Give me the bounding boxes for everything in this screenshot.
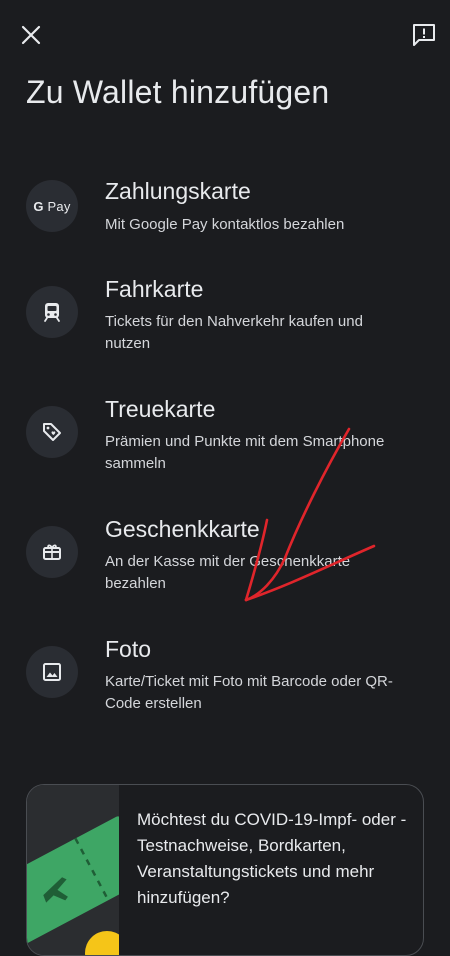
promo-text: Möchtest du COVID-19-Impf- oder -Testnac… [137, 810, 407, 907]
option-title: Zahlungskarte [105, 178, 251, 204]
gift-card-icon [26, 526, 78, 578]
top-bar [0, 0, 450, 70]
google-pay-icon: G Pay [26, 180, 78, 232]
page-title: Zu Wallet hinzufügen [26, 74, 330, 110]
option-description: An der Kasse mit der Geschenkkarte bezah… [105, 553, 351, 592]
option-title: Fahrkarte [105, 276, 204, 302]
option-description: Karte/Ticket mit Foto mit Barcode oder Q… [105, 673, 393, 712]
option-loyalty-card[interactable]: Treuekarte Prämien und Punkte mit dem Sm… [0, 390, 450, 490]
feedback-icon [413, 24, 435, 46]
close-icon [21, 25, 41, 45]
option-title: Foto [105, 636, 152, 662]
option-description: Tickets für den Nahverkehr kaufen und nu… [105, 313, 363, 352]
option-title: Geschenkkarte [105, 516, 260, 542]
photo-icon [26, 646, 78, 698]
option-transit-ticket[interactable]: Fahrkarte Tickets für den Nahverkehr kau… [0, 270, 450, 370]
option-description: Prämien und Punkte mit dem Smartphone sa… [105, 433, 385, 472]
loyalty-tag-icon [26, 406, 78, 458]
option-photo[interactable]: Foto Karte/Ticket mit Foto mit Barcode o… [0, 630, 450, 730]
train-icon [26, 286, 78, 338]
option-payment-card[interactable]: G Pay Zahlungskarte Mit Google Pay konta… [0, 170, 450, 250]
close-button[interactable] [11, 15, 51, 55]
feedback-button[interactable] [404, 15, 444, 55]
promo-card[interactable]: Möchtest du COVID-19-Impf- oder -Testnac… [26, 784, 424, 956]
option-gift-card[interactable]: Geschenkkarte An der Kasse mit der Gesch… [0, 510, 450, 610]
option-description: Mit Google Pay kontaktlos bezahlen [105, 216, 345, 233]
option-title: Treuekarte [105, 396, 216, 422]
ticket-illustration [27, 785, 152, 955]
